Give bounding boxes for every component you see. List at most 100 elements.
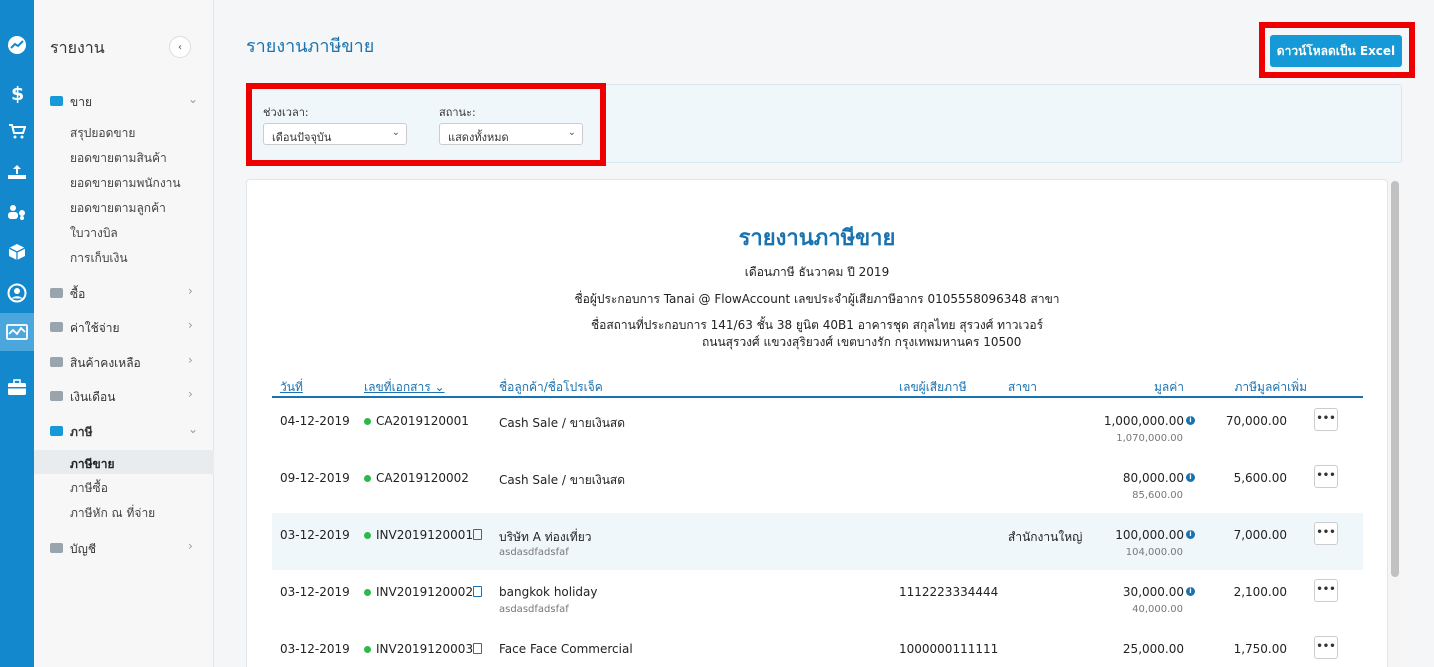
report-tax-month: เดือนภาษี ธันวาคม ปี 2019	[744, 265, 890, 279]
row-more-button[interactable]: •••	[1314, 408, 1338, 431]
sidebar-section-payroll[interactable]: เงินเดือน ›	[34, 385, 214, 409]
row-vat: 1,750.00	[1233, 642, 1287, 656]
table-row[interactable]: 03-12-2019 INV2019120003 Face Face Commerc…	[272, 627, 1363, 667]
row-doc-no[interactable]: INV2019120001	[376, 528, 473, 542]
sidebar-collapse-button[interactable]: ‹	[169, 36, 191, 58]
sidebar: รายงาน ขาย ⌄ สรุปยอดขาย ยอดขายตามสินค้า …	[34, 0, 214, 667]
sidebar-section-accounting[interactable]: บัญชี ›	[34, 537, 214, 561]
row-customer: Cash Sale / ขายเงินสด	[499, 473, 626, 487]
row-more-button[interactable]: •••	[1314, 465, 1338, 488]
status-select[interactable]: แสดงทั้งหมด ⌄	[439, 123, 583, 145]
col-vat: ภาษีมูลค่าเพิ่ม	[1234, 380, 1307, 394]
row-amount: 30,000.00	[1122, 585, 1184, 599]
sort-chevron-icon: ⌄	[434, 380, 445, 394]
sidebar-item-purchase-tax[interactable]: ภาษีซื้อ	[34, 474, 214, 498]
col-date[interactable]: วันที่	[280, 378, 303, 397]
period-select[interactable]: เดือนปัจจุบัน ⌄	[263, 123, 407, 145]
table-header: วันที่ เลขที่เอกสาร ⌄ ชื่อลูกค้า/ชื่อโปร…	[272, 376, 1363, 398]
sidebar-item-withholding-tax[interactable]: ภาษีหัก ณ ที่จ่าย	[34, 499, 214, 523]
status-dot-icon	[364, 418, 371, 425]
chart-icon	[50, 288, 63, 298]
sidebar-item-collection[interactable]: การเก็บเงิน	[34, 244, 214, 268]
row-amount: 80,000.00	[1122, 471, 1184, 485]
row-amount: 100,000.00	[1115, 528, 1184, 542]
row-vat: 5,600.00	[1233, 471, 1287, 485]
row-more-button[interactable]: •••	[1314, 522, 1338, 545]
report-title: รายงานภาษีขาย	[738, 226, 896, 251]
row-customer: bangkok holiday	[499, 585, 598, 599]
row-doc-no[interactable]: INV2019120003	[376, 642, 473, 656]
status-dot-icon	[364, 475, 371, 482]
row-project: asdasdfadsfaf	[499, 604, 569, 615]
sidebar-item-billing-note[interactable]: ใบวางบิล	[34, 219, 214, 243]
scrollbar[interactable]	[1389, 179, 1401, 667]
sidebar-section-tax[interactable]: ภาษี ⌄	[34, 420, 214, 444]
status-dot-icon	[364, 532, 371, 539]
row-doc-no[interactable]: CA2019120001	[376, 414, 469, 428]
user-circle-icon[interactable]	[0, 274, 34, 312]
document-icon[interactable]	[473, 643, 482, 654]
icon-rail: $	[0, 0, 34, 667]
sidebar-item-sales-tax[interactable]: ภาษีขาย	[34, 450, 214, 474]
table-row[interactable]: 03-12-2019 INV2019120002 bangkok holiday as…	[272, 570, 1363, 627]
row-date: 09-12-2019	[280, 471, 350, 485]
row-doc-no[interactable]: INV2019120002	[376, 585, 473, 599]
sidebar-section-inventory[interactable]: สินค้าคงเหลือ ›	[34, 351, 214, 375]
table-row[interactable]: 09-12-2019 CA2019120002 Cash Sale / ขายเงิ…	[272, 456, 1363, 513]
row-amount: 25,000.00	[1122, 642, 1184, 656]
sidebar-item-sales-summary[interactable]: สรุปยอดขาย	[34, 119, 214, 143]
row-doc-no[interactable]: CA2019120002	[376, 471, 469, 485]
row-project: asdasdfadsfaf	[499, 547, 569, 558]
row-customer: Face Face Commercial	[499, 642, 633, 656]
status-dot-icon	[364, 646, 371, 653]
scrollbar-thumb[interactable]	[1391, 181, 1399, 577]
sidebar-section-expense[interactable]: ค่าใช้จ่าย ›	[34, 316, 214, 340]
sidebar-item-sales-by-employee[interactable]: ยอดขายตามพนักงาน	[34, 169, 214, 193]
chevron-down-icon: ⌄	[391, 127, 400, 138]
row-vat: 70,000.00	[1225, 414, 1287, 428]
sidebar-title: รายงาน	[50, 38, 105, 57]
report-card: รายงานภาษีขาย เดือนภาษี ธันวาคม ปี 2019 …	[246, 179, 1388, 667]
document-icon[interactable]	[473, 586, 482, 597]
status-dot-icon	[364, 589, 371, 596]
row-amount-total: 104,000.00	[1125, 547, 1183, 558]
section-label: ซื้อ	[70, 287, 86, 301]
col-amount: มูลค่า	[1153, 380, 1184, 394]
sidebar-item-sales-by-customer[interactable]: ยอดขายตามลูกค้า	[34, 194, 214, 218]
section-label: ภาษี	[70, 425, 93, 439]
col-doc-no[interactable]: เลขที่เอกสาร ⌄	[364, 378, 445, 397]
cart-icon[interactable]	[0, 112, 34, 150]
chevron-right-icon: ›	[188, 353, 193, 367]
row-amount-total: 1,070,000.00	[1116, 433, 1183, 444]
document-icon[interactable]	[473, 529, 482, 540]
sidebar-item-sales-by-product[interactable]: ยอดขายตามสินค้า	[34, 144, 214, 168]
row-amount: 1,000,000.00	[1103, 414, 1184, 428]
chevron-down-icon: ⌄	[567, 127, 576, 138]
row-more-button[interactable]: •••	[1314, 636, 1338, 659]
row-date: 04-12-2019	[280, 414, 350, 428]
sidebar-section-purchase[interactable]: ซื้อ ›	[34, 282, 214, 306]
chevron-right-icon: ›	[188, 539, 193, 553]
row-more-button[interactable]: •••	[1314, 579, 1338, 602]
chevron-right-icon: ›	[188, 387, 193, 401]
dashboard-icon[interactable]	[0, 26, 34, 64]
row-amount-total: 85,600.00	[1132, 490, 1183, 501]
col-customer: ชื่อลูกค้า/ชื่อโปรเจ็ค	[499, 380, 603, 394]
table-row[interactable]: 04-12-2019 CA2019120001 Cash Sale / ขายเงิ…	[272, 399, 1363, 456]
people-coins-icon[interactable]	[0, 193, 34, 231]
dollar-icon[interactable]: $	[0, 74, 34, 112]
download-excel-button[interactable]: ดาวน์โหลดเป็น Excel	[1270, 35, 1402, 67]
sidebar-section-sales[interactable]: ขาย ⌄	[34, 90, 214, 114]
page-title: รายงานภาษีขาย	[246, 36, 375, 57]
period-label: ช่วงเวลา:	[263, 106, 309, 119]
row-vat: 7,000.00	[1233, 528, 1287, 542]
row-vat: 2,100.00	[1233, 585, 1287, 599]
row-customer: Cash Sale / ขายเงินสด	[499, 416, 626, 430]
report-chart-icon[interactable]	[0, 313, 34, 351]
chevron-right-icon: ›	[188, 284, 193, 298]
box-icon[interactable]	[0, 233, 34, 271]
chevron-down-icon: ⌄	[188, 422, 199, 436]
table-row[interactable]: 03-12-2019 INV2019120001 บริษัท A ท่องเที่…	[272, 513, 1363, 570]
briefcase-icon[interactable]	[0, 368, 34, 406]
upload-tray-icon[interactable]	[0, 153, 34, 191]
